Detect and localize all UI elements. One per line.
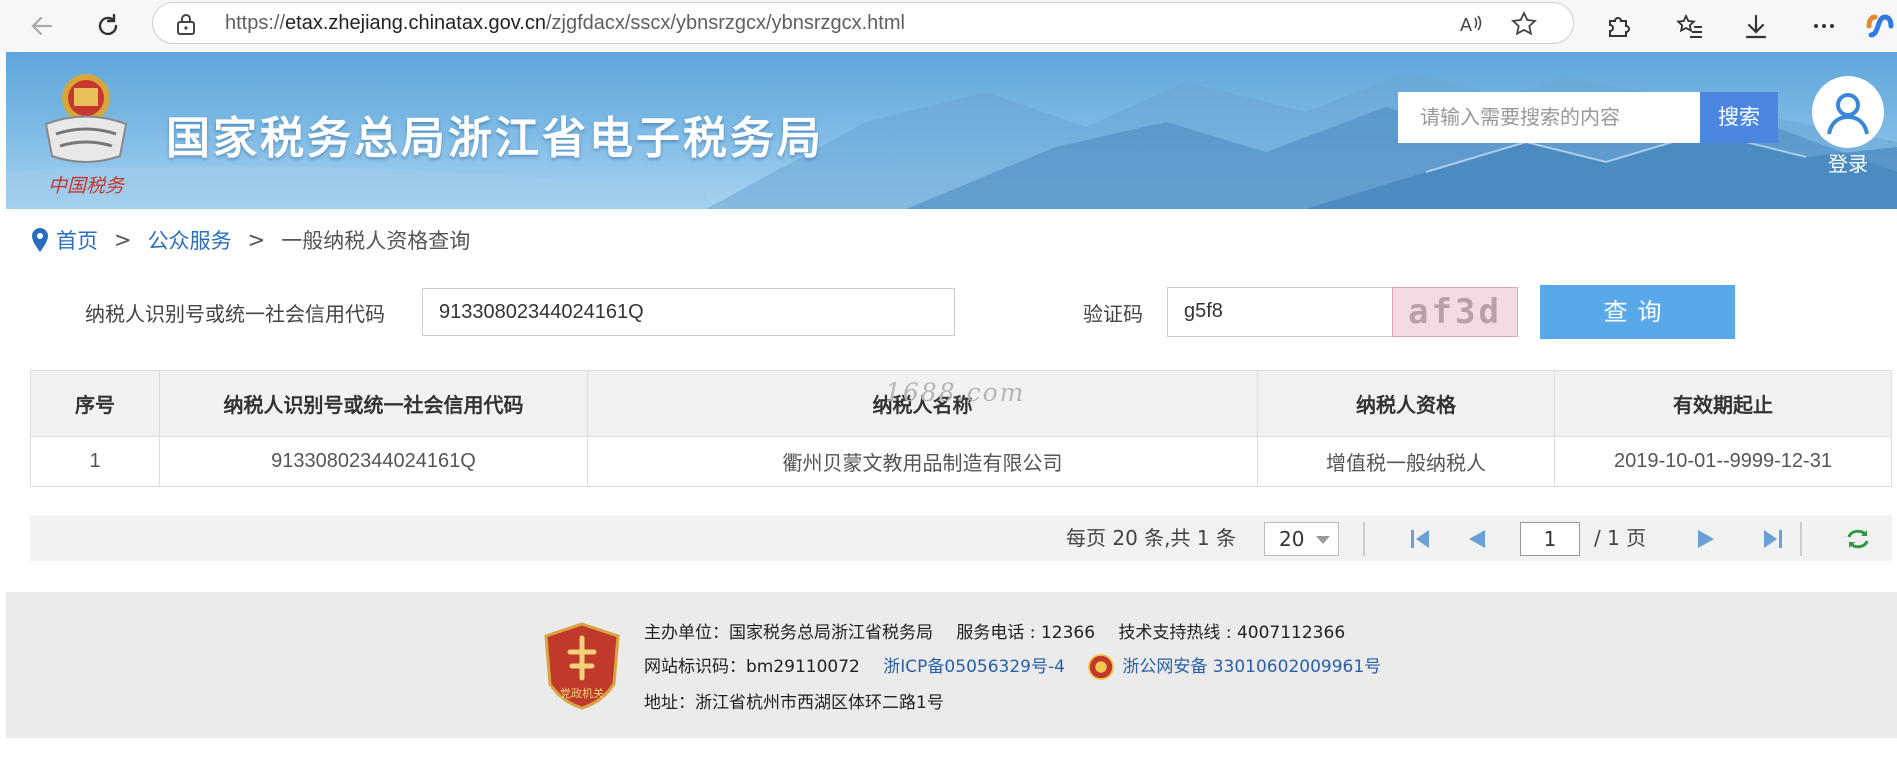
cell-validity: 2019-10-01--9999-12-31: [1554, 436, 1892, 487]
cell-taxid: 91330802344024161Q: [159, 436, 588, 487]
login-label[interactable]: 登录: [1828, 148, 1868, 177]
lock-icon: [175, 12, 197, 40]
breadcrumb-separator: >: [247, 228, 266, 252]
breadcrumb-current: 一般纳税人资格查询: [281, 229, 471, 253]
emblem-caption: 中国税务: [48, 175, 126, 197]
cell-name: 衢州贝蒙文教用品制造有限公司: [587, 436, 1258, 487]
refresh-icon: [98, 13, 118, 36]
breadcrumb-public-service-link[interactable]: 公众服务: [148, 225, 232, 255]
footer-row-2: 网站标识码：bm29110072 浙ICP备05056329号-4 浙公网安备 …: [644, 652, 1399, 680]
first-page-icon: [1411, 530, 1429, 548]
favorites-list-icon: [1676, 13, 1702, 38]
cell-qualification: 增值税一般纳税人: [1257, 436, 1555, 487]
badge-text: 党政机关: [560, 686, 604, 700]
favorites-button[interactable]: [1672, 8, 1708, 44]
query-button[interactable]: 查询: [1540, 285, 1735, 339]
watermark-text: 1688.com: [885, 378, 1026, 407]
back-button[interactable]: [24, 8, 60, 44]
download-icon: [1745, 14, 1767, 39]
url-path: /zjgfdacx/sscx/ybnsrzgcx/ybnsrzgcx.html: [545, 12, 905, 34]
downloads-button[interactable]: [1738, 8, 1774, 44]
col-header-taxid: 纳税人识别号或统一社会信用代码: [159, 370, 588, 437]
first-page-button[interactable]: [1408, 526, 1434, 552]
taxid-input[interactable]: 91330802344024161Q: [422, 288, 955, 336]
refresh-arrows-icon: [1847, 529, 1869, 549]
taxid-label: 纳税人识别号或统一社会信用代码: [85, 302, 385, 326]
footer-police-link[interactable]: 浙公网安备 33010602009961号: [1122, 657, 1381, 677]
tax-emblem-logo: 中国税务: [44, 74, 128, 197]
table-row: 1 91330802344024161Q 衢州贝蒙文教用品制造有限公司 增值税一…: [30, 436, 1892, 487]
pagination-bar: 每页 20 条,共 1 条 20 1 / 1 页: [30, 515, 1892, 561]
footer-address: 地址：浙江省杭州市西湖区体环二路1号: [644, 693, 944, 713]
footer-support-phone: 技术支持热线 : 4007112366: [1118, 623, 1346, 643]
user-icon: [1827, 93, 1869, 135]
footer-icp-link[interactable]: 浙ICP备05056329号-4: [883, 657, 1065, 677]
captcha-image[interactable]: af3d: [1392, 287, 1518, 337]
star-icon: [1511, 11, 1537, 36]
back-arrow-icon: [31, 16, 53, 36]
read-aloud-icon: A: [1460, 15, 1482, 35]
col-header-qualification: 纳税人资格: [1257, 370, 1555, 437]
breadcrumb: 首页 > 公众服务 > 一般纳税人资格查询: [30, 225, 470, 255]
address-bar[interactable]: https://etax.zhejiang.chinatax.gov.cn/zj…: [152, 2, 1574, 44]
footer-row-1: 主办单位：国家税务总局浙江省税务局 服务电话 : 12366 技术支持热线 : …: [644, 618, 1363, 643]
col-header-index: 序号: [30, 370, 160, 437]
refresh-page-button[interactable]: [1845, 526, 1871, 552]
read-aloud-button[interactable]: A: [1457, 9, 1487, 39]
footer-service-phone: 服务电话 : 12366: [956, 623, 1096, 643]
site-header-banner: 中国税务 国家税务总局浙江省电子税务局 请输入需要搜索的内容 搜索 登录: [6, 52, 1897, 209]
url-text: https://etax.zhejiang.chinatax.gov.cn/zj…: [225, 3, 905, 43]
pager-info: 每页 20 条,共 1 条: [1066, 526, 1236, 550]
pager-divider: [1363, 522, 1365, 556]
prev-page-icon: [1469, 530, 1485, 548]
extensions-button[interactable]: [1600, 8, 1636, 44]
chevron-down-icon: [1316, 536, 1330, 544]
svg-text:A: A: [1460, 15, 1472, 35]
breadcrumb-separator: >: [114, 228, 132, 252]
more-dots-icon: [1814, 24, 1834, 28]
login-button[interactable]: [1812, 76, 1884, 148]
last-page-icon: [1764, 530, 1782, 548]
site-title: 国家税务总局浙江省电子税务局: [166, 113, 824, 164]
captcha-input[interactable]: g5f8: [1167, 287, 1393, 337]
party-government-badge[interactable]: 党政机关: [542, 622, 622, 710]
page-number-input[interactable]: 1: [1520, 522, 1580, 556]
browser-toolbar: https://etax.zhejiang.chinatax.gov.cn/zj…: [0, 0, 1897, 52]
pager-total-pages: / 1 页: [1594, 526, 1647, 550]
footer-site-id: 网站标识码：bm29110072: [644, 657, 860, 677]
site-search-input[interactable]: 请输入需要搜索的内容: [1398, 92, 1700, 143]
police-badge-icon: [1088, 654, 1115, 680]
copilot-button[interactable]: [1862, 8, 1897, 44]
next-page-button[interactable]: [1693, 526, 1719, 552]
url-host: etax.zhejiang.chinatax.gov.cn: [285, 12, 546, 34]
col-header-validity: 有效期起止: [1554, 370, 1892, 437]
prev-page-button[interactable]: [1464, 526, 1490, 552]
puzzle-icon: [1609, 17, 1630, 37]
favorite-star-button[interactable]: [1509, 9, 1539, 39]
breadcrumb-home-link[interactable]: 首页: [56, 225, 98, 255]
footer-sponsor: 主办单位：国家税务总局浙江省税务局: [644, 623, 933, 643]
site-footer: 党政机关 主办单位：国家税务总局浙江省税务局 服务电话 : 12366 技术支持…: [6, 592, 1897, 738]
location-pin-icon: [32, 228, 48, 252]
last-page-button[interactable]: [1759, 526, 1785, 552]
page-size-value: 20: [1279, 527, 1305, 551]
page-size-select[interactable]: 20: [1264, 522, 1339, 556]
next-page-icon: [1698, 530, 1714, 548]
footer-row-3: 地址：浙江省杭州市西湖区体环二路1号: [644, 688, 962, 713]
captcha-label: 验证码: [1083, 302, 1143, 326]
cell-index: 1: [30, 436, 160, 487]
more-menu-button[interactable]: [1806, 8, 1842, 44]
pager-divider: [1800, 522, 1802, 556]
copilot-icon: [1866, 14, 1894, 38]
site-search-button[interactable]: 搜索: [1700, 92, 1778, 143]
url-prefix: https://: [225, 12, 286, 34]
refresh-button[interactable]: [90, 8, 126, 44]
